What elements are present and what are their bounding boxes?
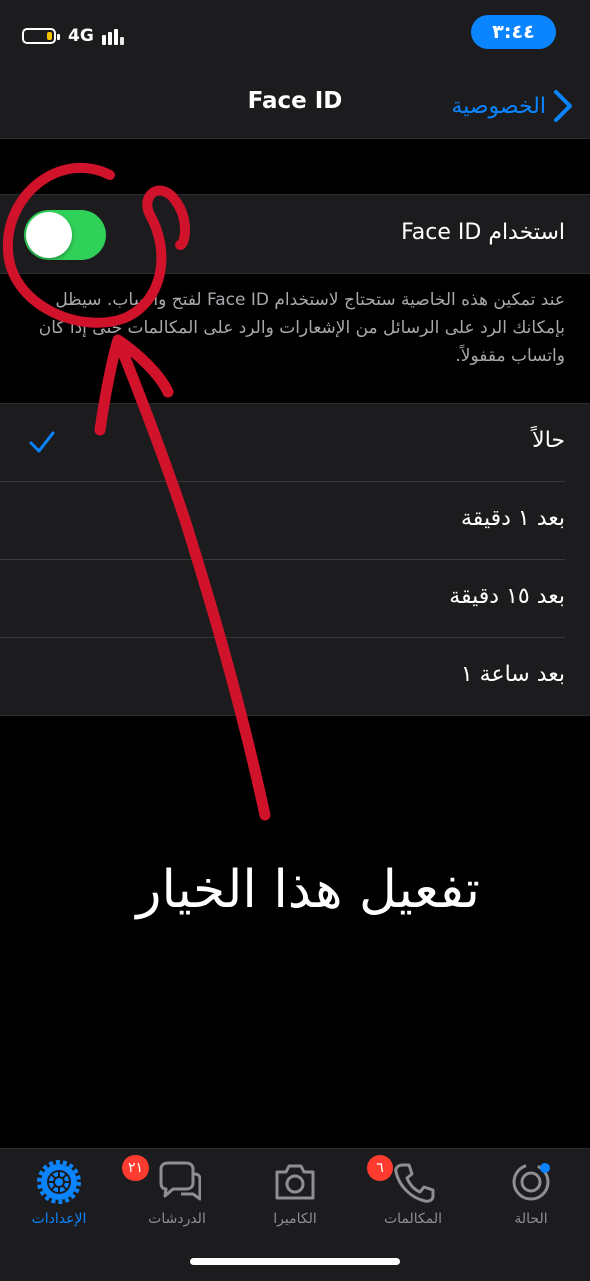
back-label: الخصوصية <box>451 93 546 119</box>
tab-label: الحالة <box>514 1211 548 1227</box>
network-type: 4G <box>68 26 94 46</box>
settings-icon <box>37 1160 81 1204</box>
face-id-footnote: عند تمكين هذه الخاصية ستحتاج لاستخدام Fa… <box>38 290 565 366</box>
tab-label: الكاميرا <box>273 1211 317 1227</box>
tab-camera[interactable]: الكاميرا <box>240 1159 350 1239</box>
tab-calls[interactable]: المكالمات ٦ <box>358 1155 468 1239</box>
chevron-right-icon <box>554 90 572 122</box>
lock-options-list: حالاً بعد ١ دقيقة بعد ١٥ دقيقة بعد ساعة … <box>0 403 590 716</box>
back-button[interactable]: الخصوصية <box>451 84 576 128</box>
annotation-text: تفعيل هذا الخيار <box>136 860 480 920</box>
lock-option-1-hour[interactable]: بعد ساعة ١ <box>0 638 590 716</box>
status-icon <box>512 1163 550 1201</box>
tab-label: المكالمات <box>383 1211 443 1227</box>
battery-icon <box>22 28 60 44</box>
tab-settings[interactable]: الإعدادات <box>4 1159 114 1239</box>
lock-option-label: بعد ١ دقيقة <box>461 506 565 531</box>
camera-icon <box>275 1164 315 1200</box>
tab-chats[interactable]: الدردشات ٢١ <box>122 1155 232 1239</box>
lock-option-label: بعد ١٥ دقيقة <box>449 584 565 609</box>
tab-label: الإعدادات <box>31 1211 87 1227</box>
chats-icon <box>159 1161 201 1201</box>
signal-icon <box>102 27 130 45</box>
lock-option-15-minutes[interactable]: بعد ١٥ دقيقة <box>0 560 590 638</box>
lock-option-immediately[interactable]: حالاً <box>0 404 590 482</box>
status-time[interactable]: ٣:٤٤ <box>471 15 556 49</box>
tab-label: الدردشات <box>148 1211 206 1227</box>
checkmark-icon <box>29 431 55 453</box>
calls-badge: ٦ <box>367 1155 393 1181</box>
face-id-row: استخدام Face ID <box>0 194 590 274</box>
navigation-bar: Face ID الخصوصية <box>0 80 590 139</box>
face-id-toggle[interactable] <box>24 210 106 260</box>
lock-option-1-minute[interactable]: بعد ١ دقيقة <box>0 482 590 560</box>
toggle-knob <box>26 212 72 258</box>
tab-status[interactable]: الحالة <box>476 1159 586 1239</box>
home-indicator[interactable] <box>190 1258 400 1265</box>
lock-option-label: بعد ساعة ١ <box>460 662 565 687</box>
face-id-label: استخدام Face ID <box>401 220 565 245</box>
phone-icon <box>394 1163 435 1203</box>
chats-badge: ٢١ <box>122 1155 150 1181</box>
lock-option-label: حالاً <box>532 428 565 453</box>
status-bar: 4G ٣:٤٤ <box>0 0 590 80</box>
